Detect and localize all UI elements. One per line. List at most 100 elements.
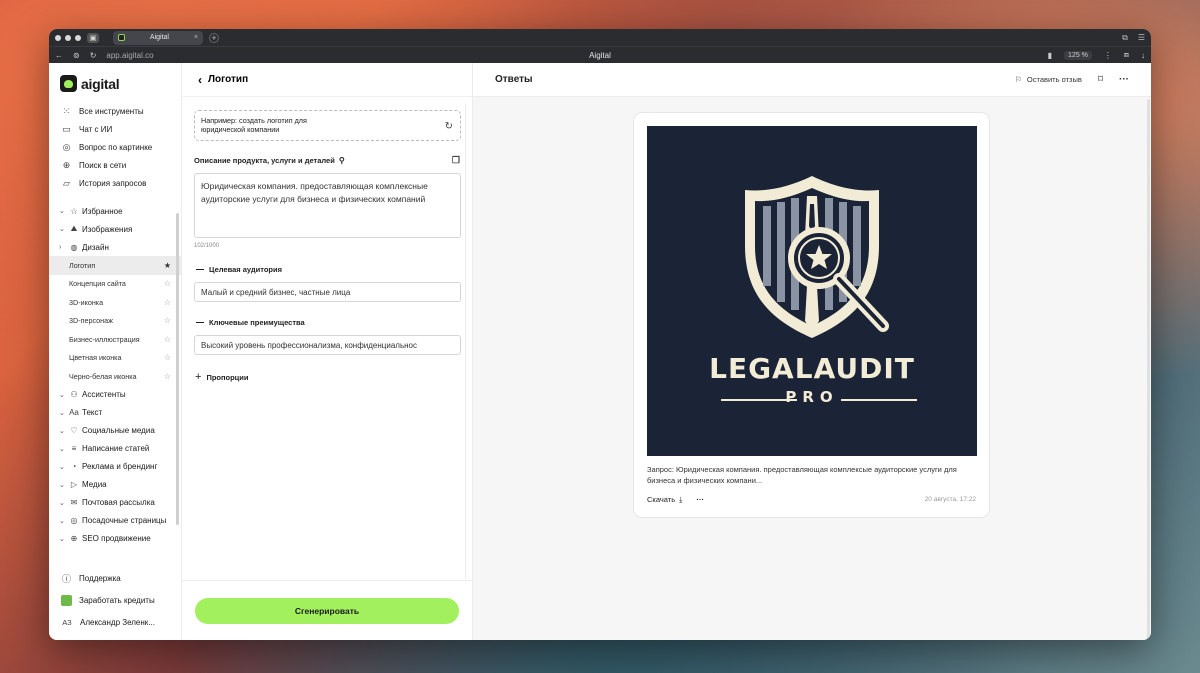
proportions-toggle[interactable]: + Пропорции xyxy=(182,371,472,383)
prompt-text: Запрос: Юридическая компания. предоставл… xyxy=(647,465,957,485)
more-horizontal-icon[interactable]: ··· xyxy=(696,495,704,504)
browser-tab-bar: ▣ Aigital × + ⧉ ☰ xyxy=(49,29,1151,46)
refresh-icon[interactable]: ↻ xyxy=(445,120,453,133)
mail-icon: ✉ xyxy=(70,498,78,507)
star-icon[interactable]: ☆ xyxy=(164,335,171,344)
category-assistants[interactable]: ⌄ ⚇ Ассистенты xyxy=(49,386,181,404)
sidebar-item-chat[interactable]: ▭ Чат с ИИ xyxy=(49,120,181,138)
chevron-down-icon: ⌄ xyxy=(59,535,65,543)
sidebar-item-site-concept[interactable]: Концепция сайта ☆ xyxy=(49,275,181,294)
back-chevron-icon[interactable]: ‹ xyxy=(198,73,202,87)
category-design[interactable]: › ◍ Дизайн xyxy=(49,238,181,256)
star-icon[interactable]: ☆ xyxy=(164,279,171,288)
advantages-toggle[interactable]: Ключевые преимущества xyxy=(182,318,472,327)
sidebar-item-web-search[interactable]: ⊕ Поиск в сети xyxy=(49,156,181,174)
logo-title-text: LEGALAUDIT xyxy=(709,352,915,385)
bookmark-icon[interactable]: ⌑ xyxy=(1098,74,1103,85)
form-panel: ‹ Логотип Например: создать логотип для … xyxy=(182,63,473,640)
browser-tab[interactable]: Aigital × xyxy=(113,30,203,45)
download-icon[interactable]: ↓ xyxy=(1141,51,1145,60)
category-social-media[interactable]: ⌄ ♡ Социальные медиа xyxy=(49,422,181,440)
page-title: Логотип xyxy=(208,74,249,85)
feedback-button[interactable]: ⚐ Оставить отзыв xyxy=(1015,75,1082,84)
window-title: Aigital xyxy=(589,50,611,60)
chevron-down-icon: ⌄ xyxy=(59,463,65,471)
tab-overview-icon[interactable]: ⧉ xyxy=(1122,33,1128,43)
design-icon: ◍ xyxy=(70,242,78,252)
folder-icon: ▱ xyxy=(63,177,70,188)
form-scrollbar[interactable] xyxy=(465,103,466,579)
advantages-input[interactable]: Высокий уровень профессионализма, конфид… xyxy=(194,335,461,355)
eye-icon: ◎ xyxy=(62,141,71,152)
star-icon[interactable]: ☆ xyxy=(164,353,171,362)
chevron-down-icon: ⌄ xyxy=(59,409,65,417)
back-arrow-icon[interactable]: ← xyxy=(55,51,63,60)
url-field[interactable]: app.aigital.co xyxy=(106,51,153,60)
shield-icon[interactable]: ⊚ xyxy=(73,51,80,60)
category-ads-branding[interactable]: ⌄ ◔ Реклама и брендинг xyxy=(49,458,181,476)
star-icon[interactable]: ☆ xyxy=(164,372,171,381)
reload-icon[interactable]: ↻ xyxy=(90,51,97,60)
star-icon[interactable]: ☆ xyxy=(164,298,171,307)
sidebar-toggle-icon[interactable]: ▣ xyxy=(87,32,99,43)
collapse-icon xyxy=(196,321,204,324)
copy-icon[interactable]: ❐ xyxy=(452,155,460,166)
sidebar-item-color-icon[interactable]: Цветная иконка ☆ xyxy=(49,349,181,368)
description-label: Описание продукта, услуги и деталей ⚲ ❐ xyxy=(194,155,460,166)
bookmark-icon[interactable]: ▮ xyxy=(1048,51,1052,60)
download-button[interactable]: Скачать ⤓ xyxy=(647,495,682,505)
category-favorites[interactable]: ⌄ ☆ Избранное xyxy=(49,202,181,220)
sidebar-item-3d-icon[interactable]: 3D-иконка ☆ xyxy=(49,293,181,312)
category-images[interactable]: ⌄ ⛰ Изображения xyxy=(49,220,181,238)
sidebar-item-earn-credits[interactable]: Заработать кредиты xyxy=(49,589,181,611)
form-header: ‹ Логотип xyxy=(182,63,472,97)
more-icon[interactable]: ⋮ xyxy=(1104,51,1112,60)
sidebar-item-logo[interactable]: Логотип ★ xyxy=(49,256,181,275)
example-prompt[interactable]: Например: создать логотип для юридическо… xyxy=(194,110,461,141)
sidebar-item-all-tools[interactable]: ⁙ Все инструменты xyxy=(49,102,181,120)
browser-window: ▣ Aigital × + ⧉ ☰ ← ⊚ ↻ app.aigital.co A… xyxy=(49,29,1151,640)
description-textarea[interactable]: Юридическая компания. предоставляющая ко… xyxy=(194,173,461,238)
menu-icon[interactable]: ☰ xyxy=(1138,33,1145,43)
star-filled-icon[interactable]: ★ xyxy=(164,261,171,270)
sidebar-item-image-question[interactable]: ◎ Вопрос по картинке xyxy=(49,138,181,156)
sidebar-item-bw-icon[interactable]: Черно-белая иконка ☆ xyxy=(49,367,181,386)
seo-icon: ⊕ xyxy=(70,534,78,543)
logo-subtitle-text: PRO xyxy=(785,388,839,406)
results-scrollbar[interactable] xyxy=(1147,99,1150,640)
landing-icon: ◎ xyxy=(70,516,78,525)
chevron-right-icon: › xyxy=(59,243,62,251)
generated-logo-image[interactable]: LEGALAUDIT PRO xyxy=(647,126,977,456)
sidebar-scrollbar[interactable] xyxy=(176,213,179,525)
category-media[interactable]: ⌄ ▷ Медиа xyxy=(49,476,181,494)
zoom-level[interactable]: 125 % xyxy=(1064,50,1092,60)
close-tab-icon[interactable]: × xyxy=(194,34,198,41)
category-landing-pages[interactable]: ⌄ ◎ Посадочные страницы xyxy=(49,512,181,530)
window-controls[interactable] xyxy=(55,34,81,41)
more-horizontal-icon[interactable]: ··· xyxy=(1119,74,1129,85)
star-icon: ☆ xyxy=(70,206,78,216)
heart-icon: ♡ xyxy=(70,426,78,435)
sidebar-item-business-illustration[interactable]: Бизнес-иллюстрация ☆ xyxy=(49,330,181,349)
category-articles[interactable]: ⌄ ≡ Написание статей xyxy=(49,440,181,458)
audience-input[interactable]: Малый и средний бизнес, частные лица xyxy=(194,282,461,302)
sidebar-item-3d-character[interactable]: 3D-персонаж ☆ xyxy=(49,312,181,331)
generate-button[interactable]: Сгенерировать xyxy=(195,597,459,624)
brand-logo[interactable]: aigital xyxy=(49,63,181,102)
audience-toggle[interactable]: Целевая аудитория xyxy=(182,265,472,274)
category-seo[interactable]: ⌄ ⊕ SEO продвижение xyxy=(49,530,181,548)
results-title: Ответы xyxy=(495,74,533,85)
extensions-icon[interactable]: ⧈ xyxy=(1124,50,1129,60)
plus-icon: + xyxy=(195,371,202,383)
category-text[interactable]: ⌄ Aa Текст xyxy=(49,404,181,422)
sidebar-item-history[interactable]: ▱ История запросов xyxy=(49,174,181,192)
star-icon[interactable]: ☆ xyxy=(164,316,171,325)
megaphone-icon: ◔ xyxy=(71,462,77,471)
sidebar-item-support[interactable]: ⓘ Поддержка xyxy=(49,567,181,589)
chat-icon: ▭ xyxy=(62,123,71,134)
results-header: Ответы ⚐ Оставить отзыв ⌑ ··· xyxy=(473,63,1151,97)
sidebar-item-user[interactable]: АЗ Александр Зеленк... xyxy=(49,611,181,633)
category-mailing[interactable]: ⌄ ✉ Почтовая рассылка xyxy=(49,494,181,512)
sidebar: aigital ⁙ Все инструменты ▭ Чат с ИИ ◎ В… xyxy=(49,63,182,640)
new-tab-icon[interactable]: + xyxy=(209,32,219,43)
